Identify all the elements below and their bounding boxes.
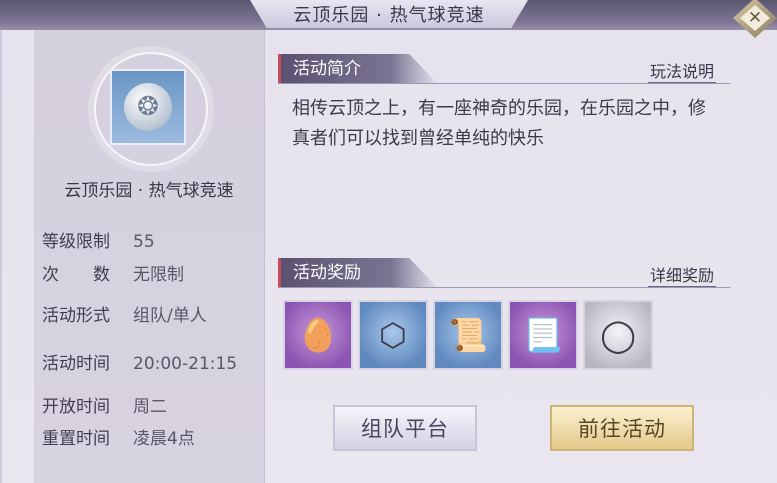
rewards-header-title: 活动奖励 (278, 258, 438, 288)
info-value: 无限制 (133, 265, 184, 285)
info-value: 55 (133, 232, 155, 252)
rewards-section-header: 活动奖励 详细奖励 (278, 258, 730, 290)
reward-item-4[interactable]: 📃 (508, 300, 578, 370)
divider (278, 83, 730, 84)
info-value: 组队/单人 (133, 306, 207, 326)
info-row-reset: 重置时间 凌晨4点 (42, 424, 195, 449)
reward-item-3[interactable]: 📜 (433, 300, 503, 370)
activity-description: 相传云顶之上，有一座神奇的乐园，在乐园之中，修真者们可以找到曾经单纯的快乐 (292, 98, 706, 149)
go-to-activity-button[interactable]: 前往活动 (550, 405, 694, 451)
seed-stone-icon: 🥚 (298, 316, 338, 354)
info-row-mode: 活动形式 组队/单人 (42, 301, 207, 326)
info-label: 重置时间 (42, 429, 110, 449)
info-row-level: 等级限制 55 (42, 227, 155, 252)
info-value: 凌晨4点 (133, 429, 195, 449)
rules-link[interactable]: 玩法说明 (647, 58, 716, 83)
info-row-open: 开放时间 周二 (42, 392, 167, 417)
reward-item-5[interactable]: ◯ (583, 300, 653, 370)
dragon-medallion-icon: ❂ (124, 83, 172, 131)
paper-talisman-icon: 📃 (523, 316, 563, 354)
info-label: 活动形式 (42, 306, 110, 326)
window-title: 云顶乐园 · 热气球竞速 (250, 0, 528, 28)
activity-name: 云顶乐园 · 热气球竞速 (64, 181, 234, 201)
necklace-icon: ⬡ (379, 316, 407, 354)
info-value: 周二 (133, 397, 167, 417)
info-value: 20:00-21:15 (133, 354, 238, 374)
info-label: 次 数 (42, 265, 110, 285)
reward-item-1[interactable]: 🥚 (283, 300, 353, 370)
info-row-times: 次 数 无限制 (42, 260, 184, 285)
reward-item-2[interactable]: ⬡ (358, 300, 428, 370)
reward-details-link[interactable]: 详细奖励 (647, 262, 716, 287)
team-platform-button[interactable]: 组队平台 (333, 405, 477, 451)
intro-header-title: 活动简介 (278, 54, 438, 84)
scroll-icon: 📜 (448, 316, 488, 354)
info-label: 开放时间 (42, 397, 110, 417)
divider (278, 287, 730, 288)
close-icon: ✕ (740, 5, 770, 31)
info-row-time: 活动时间 20:00-21:15 (42, 349, 237, 374)
mirror-icon: ◯ (600, 316, 636, 354)
intro-section-header: 活动简介 玩法说明 (278, 54, 730, 86)
info-label: 活动时间 (42, 354, 110, 374)
activity-emblem: ❂ (110, 69, 186, 145)
info-label: 等级限制 (42, 232, 110, 252)
